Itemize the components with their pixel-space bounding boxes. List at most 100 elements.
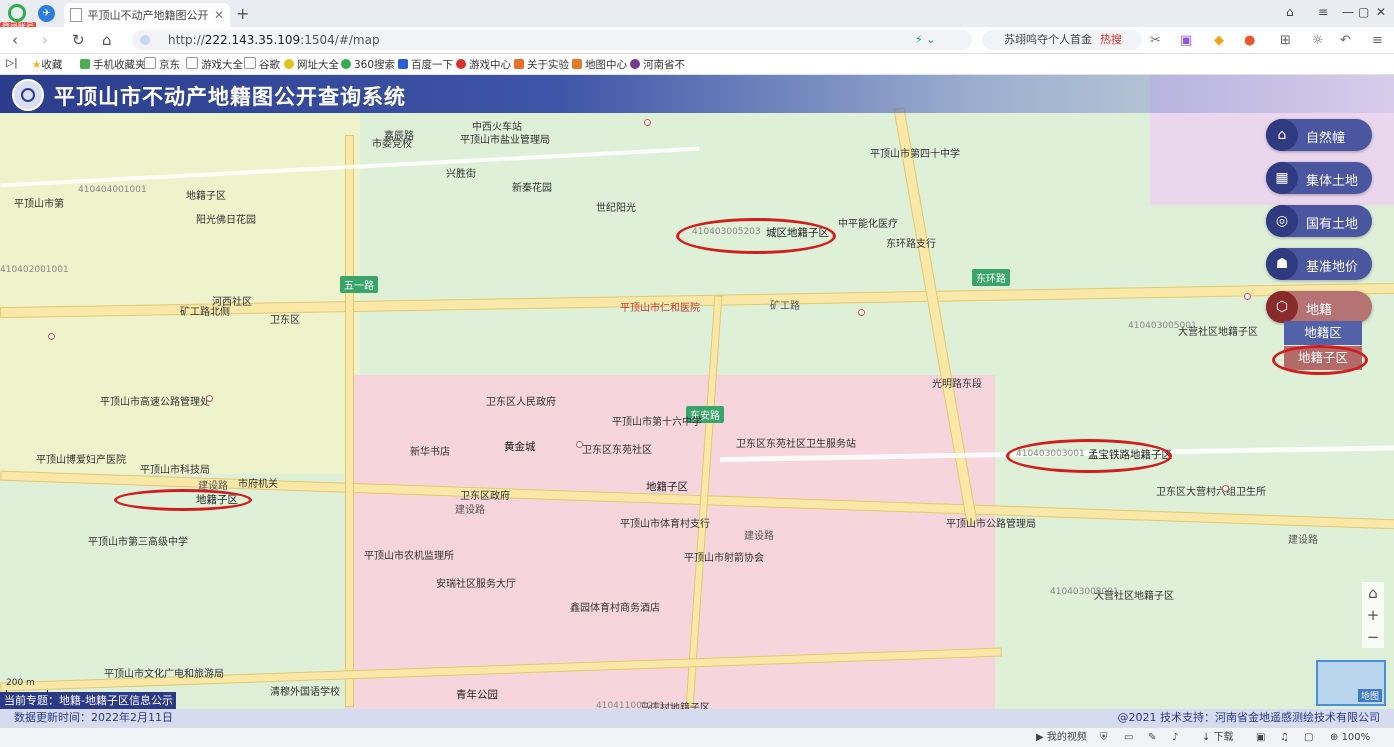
poi-pin[interactable] <box>858 309 865 316</box>
poi-pin[interactable] <box>576 441 583 448</box>
poi-pin[interactable] <box>48 333 55 340</box>
bookmark-map-center[interactable]: 地图中心 <box>572 57 627 72</box>
sidebar-toggle-icon[interactable]: ▷| <box>6 57 18 69</box>
mute-icon[interactable]: ♫ <box>1280 728 1289 747</box>
bookmark-360-search[interactable]: 360搜索 <box>341 57 395 72</box>
seal-icon: ◎ <box>1266 205 1298 237</box>
download-button[interactable]: ↓ 下载 <box>1202 728 1234 747</box>
map-canvas[interactable]: 矿工路 建设路 建设路 建设路 东环路 五一路 东安路 建设路 中西火车站 平顶… <box>0 75 1394 709</box>
home-icon[interactable]: ⌂ <box>102 31 112 49</box>
bookmark-henan[interactable]: 河南省不 <box>630 57 685 72</box>
current-topic: 当前专题：地籍-地籍子区信息公示 <box>0 692 176 709</box>
place-label: 市府机关 <box>238 479 278 490</box>
layer-button-state-land[interactable]: ◎ 国有土地 <box>1266 205 1372 237</box>
bookmark-games[interactable]: 游戏大全 <box>186 57 243 72</box>
layer-button-natural-building[interactable]: ⌂ 自然幢 <box>1266 119 1372 151</box>
zoom-out-icon[interactable]: − <box>1362 626 1384 648</box>
hot-search-label[interactable]: 热搜 <box>1100 33 1122 46</box>
zoom-level[interactable]: ⊕ 100% <box>1330 728 1370 747</box>
poi-pin[interactable] <box>644 119 651 126</box>
place-label: 平顶山市农机监理所 <box>364 551 454 562</box>
tab-title: 平顶山不动产地籍图公开查询系 <box>87 9 208 22</box>
parcel-code: 410404001001 <box>78 185 147 195</box>
new-tab-icon[interactable]: + <box>236 4 249 23</box>
overview-minimap[interactable]: 地图 <box>1316 660 1386 706</box>
road-shield: 东环路 <box>972 269 1010 286</box>
place-label: 平顶山市高速公路管理处 <box>100 397 210 408</box>
url-field[interactable]: http://222.143.35.109:1504/#/map <box>132 30 972 50</box>
browser-tab-bar: 登录账号 ✈ 平顶山不动产地籍图公开查询系 ✕ + ⌂ ≡ — ▢ ✕ <box>0 0 1394 32</box>
place-label: 地籍子区 <box>186 191 226 202</box>
minimap-label[interactable]: 地图 <box>1357 689 1382 702</box>
url-prefix: http:// <box>168 33 205 47</box>
place-label: 兴胜街 <box>446 169 476 180</box>
back-icon[interactable]: ‹ <box>12 31 18 49</box>
poi-pin[interactable] <box>206 395 213 402</box>
sublayer-cadastral-district[interactable]: 地籍区 <box>1284 321 1362 345</box>
brightness-icon[interactable]: ☼ <box>1312 33 1324 48</box>
minimize-icon[interactable]: — <box>1342 5 1354 19</box>
parcel-code: 410403008001 <box>1050 587 1119 597</box>
image-icon[interactable]: ▣ <box>1256 728 1265 747</box>
browser-menu-icon[interactable]: ≡ <box>1372 33 1383 48</box>
parcel-code: 410402001001 <box>0 265 69 275</box>
place-label: 平顶山博爱妇产医院 <box>36 455 126 466</box>
scale-label: 200 m <box>6 678 35 688</box>
gamepad-icon[interactable]: ● <box>1244 33 1255 48</box>
browser-logo-icon[interactable] <box>8 4 26 22</box>
place-label: 平顶山市射箭协会 <box>684 553 764 564</box>
bookmark-baidu[interactable]: 百度一下 <box>398 57 453 72</box>
forward-icon[interactable]: › <box>42 31 48 49</box>
poi-pin[interactable] <box>1222 485 1229 492</box>
menu-icon[interactable]: ≡ <box>1318 5 1328 19</box>
place-label: 卫东区政府 <box>460 491 510 502</box>
page-icon <box>70 8 82 22</box>
bookmark-favorites[interactable]: ★收藏 <box>32 57 62 72</box>
shield-icon[interactable]: ⛨ <box>1100 728 1108 747</box>
page-icon <box>144 57 156 69</box>
place-label: 阳光佛日花园 <box>196 215 256 226</box>
tech-support: @2021 技术支持：河南省金地遥感测绘技术有限公司 <box>1117 711 1381 724</box>
maximize-icon[interactable]: ▢ <box>1358 5 1369 19</box>
place-label: 卫东区人民政府 <box>486 397 556 408</box>
road-label: 建设路 <box>1288 535 1318 546</box>
layer-button-benchmark-price[interactable]: ☗ 基准地价 <box>1266 248 1372 280</box>
layer-button-cadastre[interactable]: ⬡ 地籍 <box>1266 291 1372 323</box>
reload-icon[interactable]: ↻ <box>72 31 85 49</box>
highlight-ellipse <box>114 489 252 511</box>
place-label: 平顶山市盐业管理局 <box>460 135 550 146</box>
grid-icon[interactable]: ⊞ <box>1280 33 1291 48</box>
search-input[interactable]: 苏翊鸣夺个人首金 热搜 <box>982 30 1142 50</box>
sound-icon[interactable]: ♪ <box>1172 728 1178 747</box>
bookmark-game-center[interactable]: 游戏中心 <box>456 57 511 72</box>
translate-icon[interactable]: ▣ <box>1180 33 1192 48</box>
zoom-in-icon[interactable]: + <box>1362 604 1384 626</box>
site-info-icon[interactable] <box>140 35 150 45</box>
bookmark-mobile[interactable]: 手机收藏夹 <box>80 57 146 72</box>
my-video-button[interactable]: ▶ 我的视频 <box>1036 728 1087 747</box>
scissors-icon[interactable]: ✂ <box>1150 33 1161 48</box>
camera-icon[interactable]: ▭ <box>1124 728 1133 747</box>
compass-icon[interactable]: ✈ <box>38 5 55 22</box>
place-label: 清穆外国语学校 <box>270 687 340 698</box>
bookmark-google[interactable]: 谷歌 <box>244 57 280 72</box>
browser-tab[interactable]: 平顶山不动产地籍图公开查询系 ✕ <box>64 3 230 27</box>
pen-icon[interactable]: ✎ <box>1148 728 1156 747</box>
shield-icon[interactable]: ◆ <box>1214 33 1224 48</box>
globe-icon <box>284 59 294 69</box>
place-label: 黄金城 <box>504 441 536 453</box>
window-icon[interactable]: ▢ <box>1304 728 1313 747</box>
undo-icon[interactable]: ↶ <box>1340 33 1351 48</box>
close-window-icon[interactable]: ✕ <box>1376 5 1386 19</box>
poi-pin[interactable] <box>1244 293 1251 300</box>
layer-button-collective-land[interactable]: ▦ 集体土地 <box>1266 162 1372 194</box>
lightning-icon[interactable]: ⚡ ⌄ <box>915 33 935 46</box>
bookmark-web-directory[interactable]: 网址大全 <box>284 57 339 72</box>
home-extent-icon[interactable]: ⌂ <box>1362 582 1384 604</box>
close-tab-icon[interactable]: ✕ <box>214 8 224 22</box>
highlight-ellipse <box>1006 439 1172 473</box>
pin-window-icon[interactable]: ⌂ <box>1286 5 1294 19</box>
place-label: 市委党校 <box>372 139 412 150</box>
bookmark-about[interactable]: 关于实验 <box>514 57 569 72</box>
bookmark-jd[interactable]: 京东 <box>144 57 180 72</box>
